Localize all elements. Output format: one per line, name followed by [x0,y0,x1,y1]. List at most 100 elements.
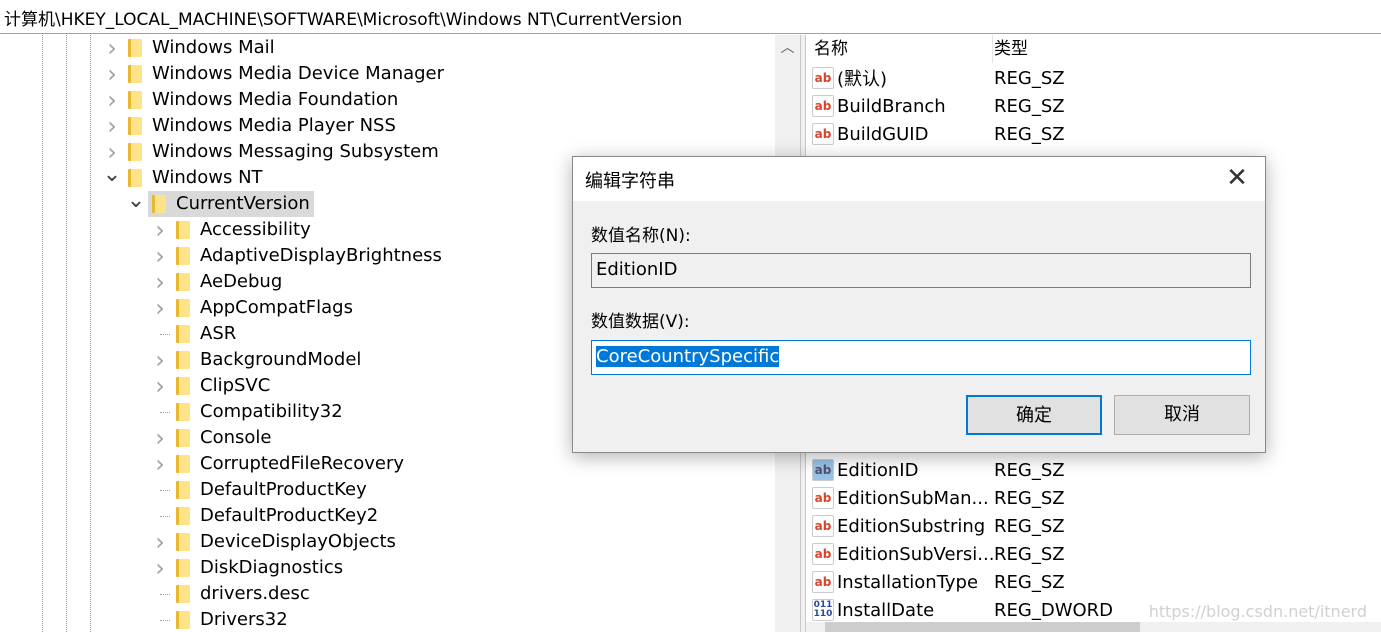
chevron-right-icon[interactable]: › [148,528,172,556]
tree-item[interactable]: › Windows Media Player NSS [100,112,400,140]
column-header-type[interactable]: 类型 [992,35,1028,63]
edit-string-dialog: 编辑字符串 ✕ 数值名称(N): EditionID 数值数据(V): Core… [572,156,1266,453]
tree-item-label: Console [200,427,272,448]
folder-icon [176,221,190,239]
chevron-down-icon[interactable]: ⌄ [100,161,124,187]
tree-item[interactable]: › ClipSVC [148,372,274,400]
chevron-right-icon[interactable]: › [148,450,172,478]
chevron-right-icon[interactable]: › [148,216,172,244]
tree-item[interactable]: › DiskDiagnostics [148,554,347,582]
chevron-right-icon[interactable]: › [148,268,172,296]
close-icon[interactable]: ✕ [1221,163,1253,193]
scrollbar-thumb[interactable] [825,622,1140,632]
tree-item[interactable]: DefaultProductKey [148,477,371,503]
tree-item[interactable]: › Windows Mail [100,35,279,62]
value-name: BuildBranch [837,95,946,117]
chevron-right-icon[interactable]: › [148,554,172,582]
tree-item[interactable]: › Console [148,424,275,452]
tree-item[interactable]: drivers.desc [148,581,314,607]
folder-icon [176,507,190,525]
tree-item-label: Windows Messaging Subsystem [152,141,439,162]
list-item[interactable]: ab InstallationType REG_SZ [812,568,1065,596]
value-name: InstallationType [837,571,979,593]
chevron-right-icon[interactable]: › [148,294,172,322]
list-item[interactable]: ab EditionSubstring REG_SZ [812,512,1065,540]
tree-item[interactable]: › DeviceDisplayObjects [148,528,400,556]
string-value-icon: ab [812,543,834,565]
tree-item[interactable]: › AeDebug [148,268,286,296]
tree-item[interactable]: Compatibility32 [148,399,347,425]
folder-icon [128,39,142,57]
list-item[interactable]: ab BuildBranch REG_SZ [812,92,1065,120]
chevron-right-icon[interactable]: › [100,86,124,114]
tree-item-label: Windows Media Player NSS [152,115,396,136]
tree-item[interactable]: ASR [148,321,240,347]
value-data-input[interactable]: CoreCountrySpecific [591,340,1251,375]
folder-icon [176,247,190,265]
chevron-right-icon[interactable]: › [100,112,124,140]
tree-item[interactable]: Drivers32 [148,607,292,632]
list-item[interactable]: ab BuildGUID REG_SZ [812,120,1065,148]
value-data-text: CoreCountrySpecific [596,346,780,367]
chevron-right-icon[interactable]: › [148,346,172,374]
tree-item[interactable]: › Windows Media Device Manager [100,60,448,88]
string-value-icon: ab [812,123,834,145]
tree-item[interactable]: › Accessibility [148,216,315,244]
list-item[interactable]: 011 110 InstallDate REG_DWORD [812,596,1113,624]
ok-button[interactable]: 确定 [966,395,1102,435]
chevron-right-icon[interactable]: › [148,242,172,270]
tree-guide-line [66,35,67,632]
scroll-up-icon[interactable]: ︿ [775,35,800,61]
string-value-icon: ab [812,487,834,509]
tree-item[interactable]: › Windows Messaging Subsystem [100,138,443,166]
cancel-button[interactable]: 取消 [1114,395,1250,435]
folder-icon [176,611,190,629]
folder-icon [176,533,190,551]
value-name-field[interactable]: EditionID [591,253,1251,288]
tree-item-label: ClipSVC [200,375,271,396]
value-type: REG_SZ [994,67,1065,89]
tree-item-label: Windows Mail [152,37,275,58]
tree-item-label: CurrentVersion [176,193,310,214]
tree-item-label: CorruptedFileRecovery [200,453,405,474]
chevron-down-icon[interactable]: ⌄ [124,187,148,213]
value-name: BuildGUID [837,123,929,145]
tree-item[interactable]: › AdaptiveDisplayBrightness [148,242,446,270]
value-type: REG_SZ [994,459,1065,481]
list-horizontal-scrollbar[interactable] [806,622,1381,632]
value-data-label: 数值数据(V): [591,312,690,332]
tree-item[interactable]: ⌄ CurrentVersion [124,188,314,217]
list-item[interactable]: ab EditionSubMan... REG_SZ [812,484,1065,512]
folder-icon [176,299,190,317]
value-type: REG_SZ [994,487,1065,509]
chevron-right-icon[interactable]: › [148,372,172,400]
dialog-title: 编辑字符串 [573,157,1265,201]
tree-item[interactable]: › AppCompatFlags [148,294,357,322]
tree-connector [148,581,172,607]
chevron-right-icon[interactable]: › [100,60,124,88]
chevron-right-icon[interactable]: › [148,424,172,452]
folder-icon [152,195,166,213]
folder-icon [176,351,190,369]
folder-icon [176,559,190,577]
tree-connector [148,477,172,503]
list-item[interactable]: ab EditionSubVersi... REG_SZ [812,540,1065,568]
tree-item-label: DefaultProductKey [200,479,367,500]
address-bar[interactable]: 计算机\HKEY_LOCAL_MACHINE\SOFTWARE\Microsof… [0,0,1381,34]
tree-item-label: Windows Media Device Manager [152,63,445,84]
column-header-name[interactable]: 名称 [814,35,848,63]
tree-item-label: AeDebug [200,271,283,292]
tree-item[interactable]: › Windows Media Foundation [100,86,402,114]
list-item[interactable]: ab (默认) REG_SZ [812,64,1065,92]
list-item[interactable]: ab EditionID REG_SZ [812,456,1065,484]
tree-item[interactable]: DefaultProductKey2 [148,503,382,529]
folder-icon [176,455,190,473]
tree-connector [148,399,172,425]
tree-item-label: BackgroundModel [200,349,362,370]
tree-item[interactable]: › CorruptedFileRecovery [148,450,408,478]
tree-item-label: ASR [200,323,237,344]
tree-item-label: drivers.desc [200,583,310,604]
tree-item[interactable]: › BackgroundModel [148,346,365,374]
tree-item-label: Drivers32 [200,609,288,630]
chevron-right-icon[interactable]: › [100,35,124,62]
